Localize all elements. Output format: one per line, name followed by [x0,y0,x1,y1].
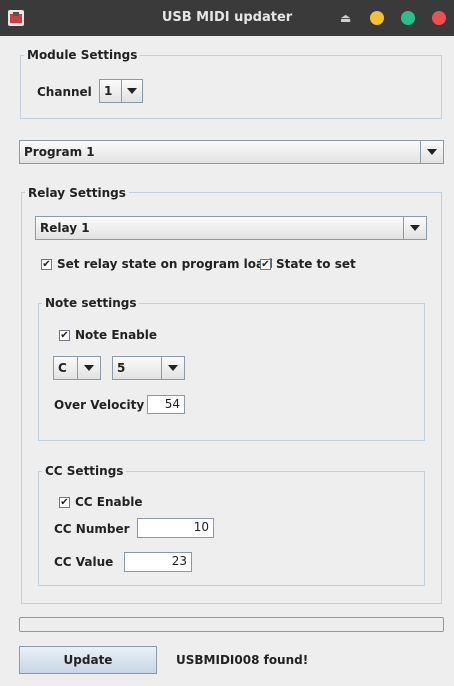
chevron-down-icon[interactable] [77,357,100,379]
maximize-button[interactable] [401,11,415,25]
eject-icon[interactable]: ⏏ [340,11,351,25]
module-settings-title: Module Settings [24,48,141,62]
relay-value: Relay 1 [40,221,90,235]
chevron-down-icon[interactable] [121,80,142,102]
note-combo[interactable]: C [53,356,101,380]
octave-value: 5 [117,361,126,375]
set-relay-state-checkbox[interactable]: ✔ [41,259,52,270]
channel-value: 1 [104,84,113,98]
chevron-down-icon[interactable] [420,141,443,163]
cc-settings-title: CC Settings [42,464,127,478]
note-enable-label[interactable]: Note Enable [75,328,157,342]
chevron-down-icon[interactable] [161,357,184,379]
cc-value-label: CC Value [54,555,114,569]
program-combo[interactable]: Program 1 [19,140,444,164]
window-title: USB MIDI updater [161,10,293,25]
update-button[interactable]: Update [19,646,157,674]
note-enable-checkbox[interactable]: ✔ [59,330,70,341]
progress-bar [19,617,444,632]
relay-combo[interactable]: Relay 1 [35,216,427,240]
close-button[interactable] [432,11,446,25]
minimize-button[interactable] [370,11,384,25]
status-text: USBMIDI008 found! [176,653,309,667]
channel-label: Channel [37,85,92,99]
set-relay-state-label[interactable]: Set relay state on program load [57,257,273,271]
state-to-set-checkbox[interactable]: ✔ [260,259,271,270]
channel-combo[interactable]: 1 [99,79,143,103]
note-settings-title: Note settings [42,296,140,310]
state-to-set-label[interactable]: State to set [276,257,356,271]
cc-enable-checkbox[interactable]: ✔ [59,497,70,508]
chevron-down-icon[interactable] [403,217,426,239]
cc-number-label: CC Number [54,522,130,536]
note-value: C [58,361,67,375]
cc-value-field[interactable]: 23 [124,552,192,572]
over-velocity-field[interactable]: 54 [147,395,185,414]
relay-settings-title: Relay Settings [25,186,129,200]
program-value: Program 1 [24,145,95,159]
over-velocity-label: Over Velocity [54,398,145,412]
cc-enable-label[interactable]: CC Enable [75,495,142,509]
cc-number-field[interactable]: 10 [137,518,214,538]
octave-combo[interactable]: 5 [112,356,185,380]
